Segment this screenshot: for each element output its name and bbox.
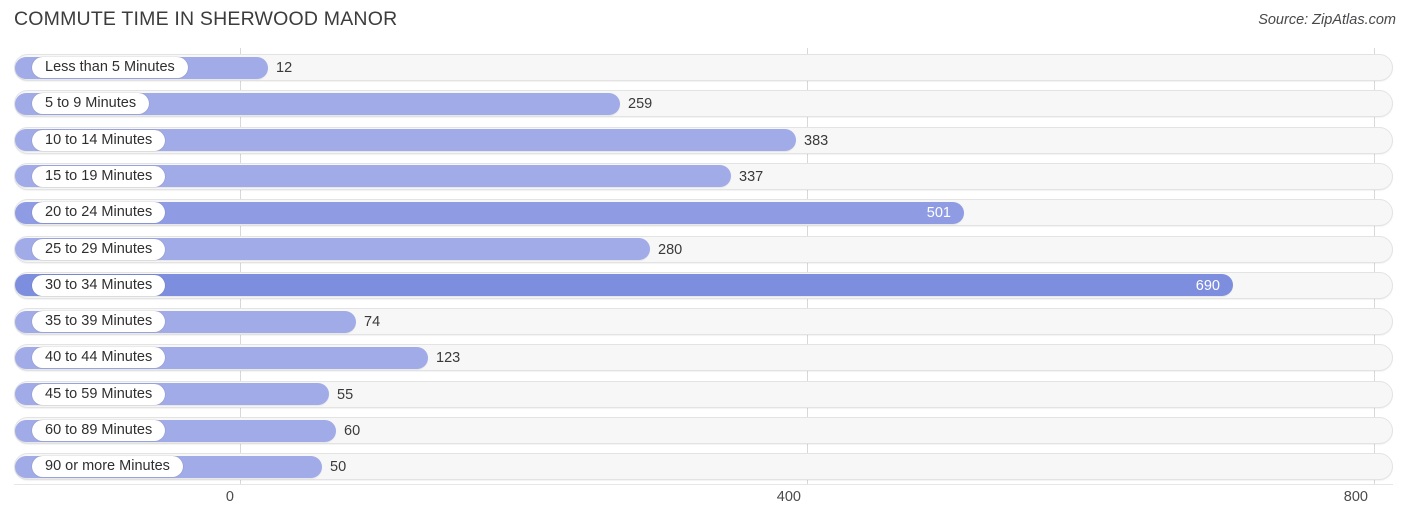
category-label: 60 to 89 Minutes [32,420,166,441]
bar-value-label: 55 [337,386,354,403]
category-label: 45 to 59 Minutes [32,383,166,405]
x-axis: 0 400 800 [0,484,1406,522]
bar-value-label: 259 [628,96,653,113]
bar-row[interactable]: Less than 5 Minutes 12 [14,54,1393,81]
category-label: 30 to 34 Minutes [32,274,166,296]
axis-separator [14,484,1393,485]
category-label: 25 to 29 Minutes [32,238,166,260]
bar-value-label: 60 [344,423,361,439]
bar-value-label: 74 [364,314,381,331]
category-label: 35 to 39 Minutes [32,311,166,333]
category-label: 10 to 14 Minutes [32,129,166,151]
bar-value-label: 337 [739,168,764,185]
bar-row[interactable]: 25 to 29 Minutes 280 [14,235,1393,263]
category-label: 90 or more Minutes [32,456,183,478]
bar-row[interactable]: 35 to 39 Minutes 74 [14,308,1393,336]
category-label: 20 to 24 Minutes [32,202,166,224]
chart-root: COMMUTE TIME IN SHERWOOD MANOR Source: Z… [0,0,1406,522]
bar-fill[interactable] [15,274,1233,297]
bar-row[interactable]: 5 to 9 Minutes 259 [14,90,1393,118]
category-label: 5 to 9 Minutes [32,93,150,115]
page-title: COMMUTE TIME IN SHERWOOD MANOR [14,8,398,30]
bar-row[interactable]: 45 to 59 Minutes 55 [14,380,1393,408]
bar-value-label: 123 [436,350,461,367]
bar-value-label: 50 [330,459,347,476]
bar-row[interactable]: 15 to 19 Minutes 337 [14,162,1393,190]
source-attribution: Source: ZipAtlas.com [1258,12,1396,28]
bar-row[interactable]: 40 to 44 Minutes 123 [14,344,1393,372]
bar-value-label: 280 [658,241,683,258]
category-label: 40 to 44 Minutes [32,347,166,369]
bar-row[interactable]: 10 to 14 Minutes 383 [14,126,1393,154]
bar-value-label: 690 [1195,277,1220,294]
bar-rows: Less than 5 Minutes 12 5 to 9 Minutes 259 10… [0,48,1406,484]
plot-area: Less than 5 Minutes 12 5 to 9 Minutes 259 10… [0,48,1406,484]
bar-value-label: 501 [926,205,951,222]
bar-value-label: 383 [804,132,829,149]
x-tick-label: 400 [776,489,801,505]
bar-value-label: 12 [276,60,293,76]
x-tick-label: 0 [225,489,234,505]
bar-row[interactable]: 60 to 89 Minutes 60 [14,417,1393,444]
bar-row[interactable]: 20 to 24 Minutes 501 [14,199,1393,227]
category-label: 15 to 19 Minutes [32,165,166,187]
bar-row[interactable]: 30 to 34 Minutes 690 [14,271,1393,299]
x-tick-label: 800 [1343,489,1368,505]
bar-row[interactable]: 90 or more Minutes 50 [14,453,1393,481]
category-label: Less than 5 Minutes [32,57,188,78]
